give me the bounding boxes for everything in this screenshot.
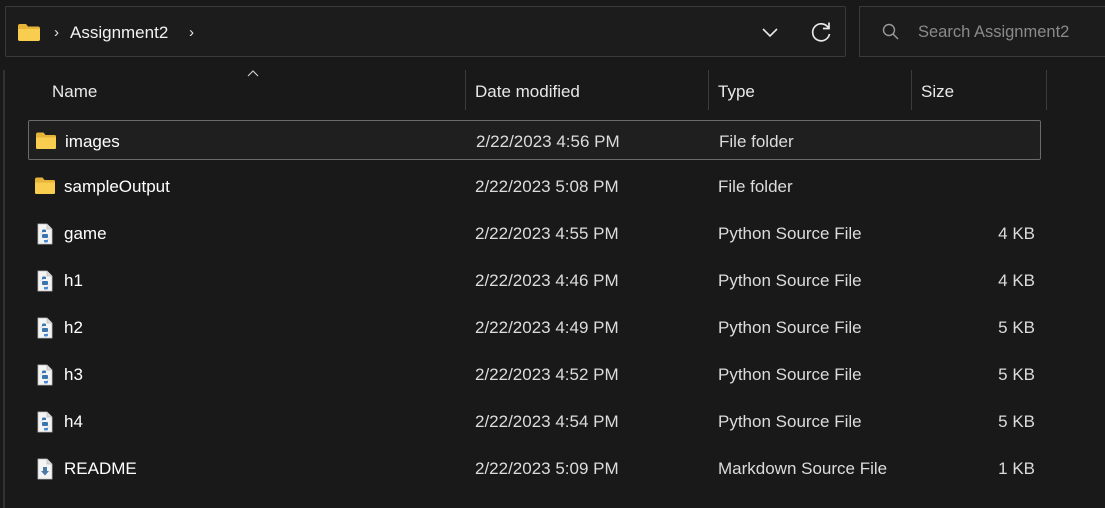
file-row[interactable]: h3 2/22/2023 4:52 PM Python Source File 5 K… <box>28 354 1041 394</box>
file-date-modified: 2/22/2023 5:08 PM <box>475 177 619 196</box>
column-header-type-label: Type <box>718 82 755 101</box>
file-name: h3 <box>64 365 83 384</box>
column-header-name-label: Name <box>52 82 98 101</box>
file-row[interactable]: README 2/22/2023 5:09 PM Markdown Source F… <box>28 448 1041 488</box>
file-date-modified: 2/22/2023 4:46 PM <box>475 271 619 290</box>
file-size: 5 KB <box>998 318 1035 337</box>
python-file-icon <box>34 317 56 339</box>
file-size: 4 KB <box>998 224 1035 243</box>
file-row[interactable]: sampleOutput 2/22/2023 5:08 PM File folder <box>28 166 1041 206</box>
file-type: Python Source File <box>718 318 862 337</box>
file-date-modified: 2/22/2023 4:52 PM <box>475 365 619 384</box>
file-name: h2 <box>64 318 83 337</box>
breadcrumb-assignment2[interactable]: Assignment2 <box>70 23 168 43</box>
chevron-down-icon[interactable] <box>758 22 782 42</box>
breadcrumb-separator[interactable]: › <box>54 24 59 41</box>
file-size: 5 KB <box>998 412 1035 431</box>
folder-icon <box>18 24 40 41</box>
file-type: Python Source File <box>718 224 862 243</box>
file-type: Markdown Source File <box>718 459 888 478</box>
file-name: images <box>65 132 120 151</box>
column-header-date-label: Date modified <box>475 82 580 101</box>
column-header-size-label: Size <box>921 82 955 101</box>
folder-icon <box>35 131 57 151</box>
file-type: Python Source File <box>718 365 862 384</box>
column-header-row: Name Date modified Type Size <box>0 68 1105 112</box>
column-header-size[interactable]: Size <box>912 68 1046 112</box>
search-box[interactable] <box>859 6 1105 57</box>
file-type: File folder <box>719 132 794 151</box>
python-file-icon <box>34 364 56 386</box>
file-date-modified: 2/22/2023 4:49 PM <box>475 318 619 337</box>
column-header-date[interactable]: Date modified <box>466 68 708 112</box>
search-input[interactable] <box>918 21 1103 43</box>
file-name: game <box>64 224 107 243</box>
search-icon <box>882 23 899 40</box>
file-name: README <box>64 459 137 478</box>
file-row[interactable]: game 2/22/2023 4:55 PM Python Source File 4… <box>28 213 1041 253</box>
address-bar[interactable]: › Assignment2 › <box>5 6 846 57</box>
folder-icon <box>34 176 56 196</box>
refresh-icon[interactable] <box>808 19 834 45</box>
python-file-icon <box>34 270 56 292</box>
file-name: sampleOutput <box>64 177 170 196</box>
file-date-modified: 2/22/2023 5:09 PM <box>475 459 619 478</box>
file-size: 4 KB <box>998 271 1035 290</box>
column-divider[interactable] <box>1046 70 1047 110</box>
file-type: Python Source File <box>718 271 862 290</box>
file-type: Python Source File <box>718 412 862 431</box>
file-row[interactable]: images 2/22/2023 4:56 PM File folder <box>28 120 1041 160</box>
breadcrumb-separator-trailing[interactable]: › <box>189 24 194 41</box>
file-size: 1 KB <box>998 459 1035 478</box>
markdown-file-icon <box>34 458 56 480</box>
column-header-name[interactable]: Name <box>0 68 465 112</box>
file-row[interactable]: h4 2/22/2023 4:54 PM Python Source File 5 K… <box>28 401 1041 441</box>
file-type: File folder <box>718 177 793 196</box>
file-date-modified: 2/22/2023 4:56 PM <box>476 132 620 151</box>
file-name: h1 <box>64 271 83 290</box>
file-date-modified: 2/22/2023 4:55 PM <box>475 224 619 243</box>
pane-border <box>3 70 5 508</box>
python-file-icon <box>34 411 56 433</box>
file-size: 5 KB <box>998 365 1035 384</box>
file-row[interactable]: h2 2/22/2023 4:49 PM Python Source File 5 K… <box>28 307 1041 347</box>
file-date-modified: 2/22/2023 4:54 PM <box>475 412 619 431</box>
file-row[interactable]: h1 2/22/2023 4:46 PM Python Source File 4 K… <box>28 260 1041 300</box>
column-header-type[interactable]: Type <box>709 68 911 112</box>
python-file-icon <box>34 223 56 245</box>
file-name: h4 <box>64 412 83 431</box>
